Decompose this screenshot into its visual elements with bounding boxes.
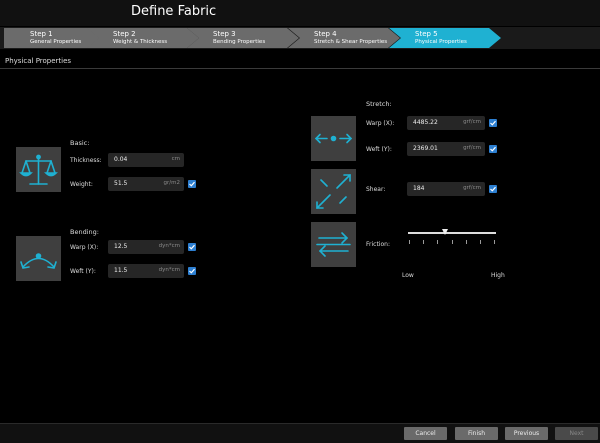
diagonal-arrows-icon <box>311 169 356 214</box>
friction-high-label: High <box>491 272 505 279</box>
slider-tick <box>437 240 438 244</box>
stretch-weft-unit: grf/cm <box>463 145 481 151</box>
thickness-label: Thickness: <box>70 157 102 164</box>
stretch-warp-unit: grf/cm <box>463 119 481 125</box>
shear-field[interactable]: 184 grf/cm <box>407 182 485 196</box>
next-button[interactable]: Next <box>555 427 598 440</box>
step-1-number: Step 1 <box>30 30 53 38</box>
weight-label: Weight: <box>70 181 93 188</box>
step-4[interactable]: Step 4 Stretch & Shear Properties <box>288 28 400 48</box>
bending-warp-checkbox[interactable] <box>188 243 196 251</box>
bending-warp-unit: dyn*cm <box>158 243 180 249</box>
step-2[interactable]: Step 2 Weight & Thickness <box>87 28 199 48</box>
thickness-field[interactable]: 0.04 cm <box>108 153 184 167</box>
stretch-title: Stretch: <box>366 100 392 108</box>
slider-tick <box>480 240 481 244</box>
bending-weft-label: Weft (Y): <box>70 268 96 275</box>
weight-checkbox[interactable] <box>188 180 196 188</box>
slider-tick <box>494 240 495 244</box>
step-5-number: Step 5 <box>415 30 438 38</box>
thickness-value: 0.04 <box>114 156 128 163</box>
stretch-warp-checkbox[interactable] <box>489 119 497 127</box>
friction-slider-thumb[interactable] <box>441 229 448 235</box>
window-title: Define Fabric <box>131 4 217 19</box>
title-bar <box>0 0 600 26</box>
slider-tick <box>452 240 453 244</box>
bending-weft-value: 11.5 <box>114 267 128 274</box>
section-divider <box>0 68 600 69</box>
step-4-number: Step 4 <box>314 30 337 38</box>
weight-field[interactable]: 51.5 gr/m2 <box>108 177 184 191</box>
friction-low-label: Low <box>402 272 414 279</box>
stretch-warp-value: 4485.22 <box>413 119 438 126</box>
stretch-weft-label: Weft (Y): <box>366 146 392 153</box>
shear-label: Shear: <box>366 186 386 193</box>
bending-title: Bending: <box>70 228 99 236</box>
step-1[interactable]: Step 1 General Properties <box>4 28 100 48</box>
stretch-weft-field[interactable]: 2369.01 grf/cm <box>407 142 485 156</box>
bending-warp-value: 12.5 <box>114 243 128 250</box>
weight-value: 51.5 <box>114 180 128 187</box>
basic-title: Basic: <box>70 139 90 147</box>
shear-checkbox[interactable] <box>489 185 497 193</box>
friction-slider-track <box>408 232 496 234</box>
stretch-weft-checkbox[interactable] <box>489 145 497 153</box>
step-3-number: Step 3 <box>213 30 236 38</box>
bending-weft-field[interactable]: 11.5 dyn*cm <box>108 264 184 278</box>
bending-warp-label: Warp (X): <box>70 244 99 251</box>
previous-button[interactable]: Previous <box>505 427 548 440</box>
step-2-number: Step 2 <box>113 30 136 38</box>
bending-warp-field[interactable]: 12.5 dyn*cm <box>108 240 184 254</box>
bending-weft-checkbox[interactable] <box>188 267 196 275</box>
step-1-name: General Properties <box>30 39 82 45</box>
section-title: Physical Properties <box>5 57 72 65</box>
weight-unit: gr/m2 <box>163 180 180 186</box>
step-3[interactable]: Step 3 Bending Properties <box>187 28 299 48</box>
bending-icon <box>16 236 61 281</box>
friction-icon <box>311 222 356 267</box>
thickness-unit: cm <box>171 156 180 162</box>
stretch-warp-field[interactable]: 4485.22 grf/cm <box>407 116 485 130</box>
step-5-name: Physical Properties <box>415 39 467 45</box>
step-4-name: Stretch & Shear Properties <box>314 39 388 45</box>
friction-slider[interactable] <box>408 226 496 246</box>
shear-value: 184 <box>413 185 425 192</box>
shear-unit: grf/cm <box>463 185 481 191</box>
slider-tick <box>409 240 410 244</box>
step-5[interactable]: Step 5 Physical Properties <box>389 28 501 48</box>
slider-tick <box>466 240 467 244</box>
step-2-name: Weight & Thickness <box>113 39 168 45</box>
stretch-weft-value: 2369.01 <box>413 145 438 152</box>
stretch-icon <box>311 116 356 161</box>
cancel-button[interactable]: Cancel <box>404 427 447 440</box>
friction-label: Friction: <box>366 241 390 248</box>
finish-button[interactable]: Finish <box>455 427 498 440</box>
step-bar: Step 1 General Properties Step 2 Weight … <box>0 27 600 49</box>
step-3-name: Bending Properties <box>213 39 266 45</box>
slider-tick <box>423 240 424 244</box>
bending-weft-unit: dyn*cm <box>158 267 180 273</box>
stretch-warp-label: Warp (X): <box>366 120 395 127</box>
scale-icon <box>16 147 61 192</box>
